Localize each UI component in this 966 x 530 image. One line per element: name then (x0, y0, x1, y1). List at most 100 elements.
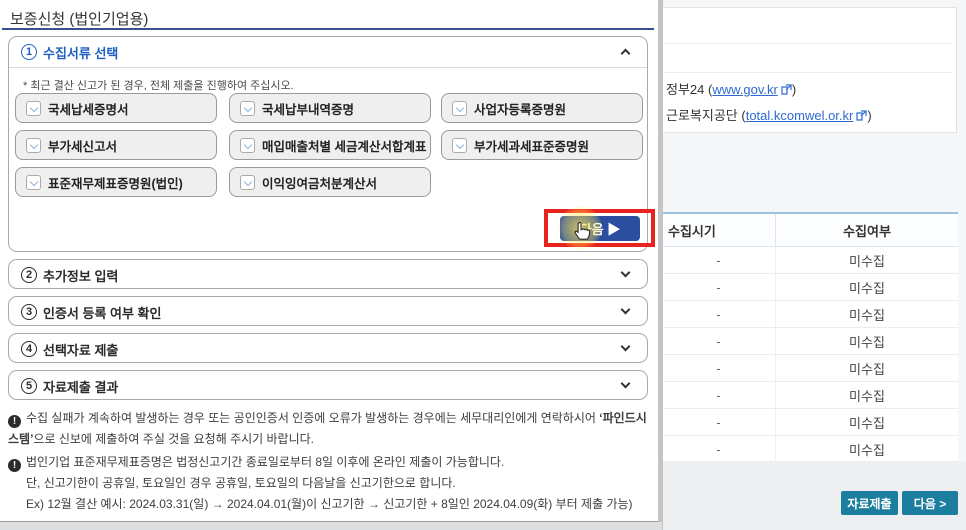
chevron-down-icon (621, 305, 631, 315)
doc-button-natl-tax-history[interactable]: 국세납부내역증명 (229, 93, 431, 123)
background-page: 정부24 (www.gov.kr) 근로복지공단 (total.kcomwel.… (662, 0, 966, 530)
step1-header[interactable]: 1 수집서류 선택 (9, 37, 647, 67)
doc-button-natl-tax-payment-cert[interactable]: 국세납세증명서 (15, 93, 217, 123)
chevron-select-icon (26, 138, 41, 153)
modal-title: 보증신청 (법인기업용) (10, 8, 148, 29)
cell-status: 미수집 (776, 355, 958, 381)
gov24-prefix: 정부24 ( (666, 82, 712, 97)
page-footer-bar: 자료제출 다음 > (662, 461, 966, 530)
cell-status: 미수집 (776, 328, 958, 354)
chevron-select-icon (240, 138, 255, 153)
gov24-link[interactable]: www.gov.kr (712, 82, 778, 97)
cell-status: 미수집 (776, 274, 958, 300)
col-header-collect-status: 수집여부 (776, 214, 958, 246)
cell-time: - (662, 436, 776, 462)
footnote2-line3: Ex) 12월 결산 예시: 2024.03.31(일) → 2024.04.0… (8, 494, 652, 515)
step1-number: 1 (21, 44, 37, 60)
step1-next-button[interactable]: 다음 ▶ (560, 216, 640, 241)
step5-label: 자료제출 결과 (43, 377, 118, 396)
external-link-icon (856, 109, 867, 120)
step3-number: 3 (21, 304, 37, 320)
step4-header[interactable]: 4 선택자료 제출 (9, 334, 647, 364)
chevron-down-icon (621, 342, 631, 352)
cell-time: - (662, 247, 776, 273)
chevron-down-icon (621, 268, 631, 278)
table-row: -미수집 (662, 328, 958, 355)
kcomwel-prefix: 근로복지공단 ( (666, 108, 746, 123)
chevron-select-icon (452, 101, 467, 116)
chevron-select-icon (26, 101, 41, 116)
step2-header[interactable]: 2 추가정보 입력 (9, 260, 647, 290)
info-icon: ! (8, 415, 21, 428)
kcomwel-link-row: 근로복지공단 (total.kcomwel.or.kr) (666, 105, 872, 124)
table-row: -미수집 (662, 436, 958, 463)
step5-number: 5 (21, 378, 37, 394)
footnote2-line1-row: ! 법인기업 표준재무제표증명은 법정신고기간 종료일로부터 8일 이후에 온라인… (8, 452, 652, 473)
col-header-collect-time: 수집시기 (662, 214, 776, 246)
footnote1-pre: 수집 실패가 계속하여 발생하는 경우 또는 공인인증서 인증에 오류가 발생하… (26, 411, 599, 425)
cell-status: 미수집 (776, 382, 958, 408)
step1-panel: 1 수집서류 선택 * 최근 결산 신고가 된 경우, 전체 제출을 진행하여 … (8, 36, 648, 252)
chevron-select-icon (240, 101, 255, 116)
collection-status-table: 수집시기 수집여부 -미수집 -미수집 -미수집 -미수집 -미수집 -미수집 … (662, 212, 958, 463)
step1-label: 수집서류 선택 (43, 43, 118, 62)
cell-time: - (662, 382, 776, 408)
modal-edge-shadow (658, 0, 663, 530)
footnote-collection-failure: ! 수집 실패가 계속하여 발생하는 경우 또는 공인인증서 인증에 오류가 발생… (8, 408, 652, 450)
gov24-link-row: 정부24 (www.gov.kr) (666, 79, 796, 98)
cell-time: - (662, 301, 776, 327)
step4-label: 선택자료 제출 (43, 340, 118, 359)
step5-panel: 5 자료제출 결과 (8, 370, 648, 400)
step5-header[interactable]: 5 자료제출 결과 (9, 371, 647, 401)
step1-note: * 최근 결산 신고가 된 경우, 전체 제출을 진행하여 주십시오. (23, 77, 294, 93)
footnote-standard-financial: ! 법인기업 표준재무제표증명은 법정신고기간 종료일로부터 8일 이후에 온라인… (8, 452, 652, 515)
table-row: -미수집 (662, 409, 958, 436)
table-row: -미수집 (662, 301, 958, 328)
kcomwel-link[interactable]: total.kcomwel.or.kr (746, 108, 854, 123)
table-header-row: 수집시기 수집여부 (662, 214, 958, 247)
kcomwel-suffix: ) (867, 108, 871, 123)
screen: 정부24 (www.gov.kr) 근로복지공단 (total.kcomwel.… (0, 0, 966, 530)
table-row: -미수집 (662, 274, 958, 301)
doc-button-tax-invoice-summary[interactable]: 매입매출처별 세금계산서합계표 (229, 130, 431, 160)
footnote2-line2: 단, 신고기한이 공휴일, 토요일인 경우 공휴일, 토요일의 다음날을 신고기… (8, 473, 652, 494)
step2-panel: 2 추가정보 입력 (8, 259, 648, 289)
info-icon: ! (8, 459, 21, 472)
cell-status: 미수집 (776, 247, 958, 273)
cell-time: - (662, 355, 776, 381)
doc-button-retained-earnings-statement[interactable]: 이익잉여금처분계산서 (229, 167, 431, 197)
cell-status: 미수집 (776, 436, 958, 462)
doc-button-business-registration[interactable]: 사업자등록증명원 (441, 93, 643, 123)
step2-label: 추가정보 입력 (43, 266, 118, 285)
footnote2-line1: 법인기업 표준재무제표증명은 법정신고기간 종료일로부터 8일 이후에 온라인 … (26, 455, 504, 469)
step3-panel: 3 인증서 등록 여부 확인 (8, 296, 648, 326)
cell-status: 미수집 (776, 301, 958, 327)
chevron-down-icon (621, 379, 631, 389)
external-link-icon (781, 83, 792, 94)
doc-button-vat-base-cert[interactable]: 부가세과세표준증명원 (441, 130, 643, 160)
chevron-select-icon (240, 175, 255, 190)
divider (9, 67, 647, 68)
divider (662, 43, 952, 44)
cell-time: - (662, 409, 776, 435)
cell-time: - (662, 328, 776, 354)
step4-number: 4 (21, 341, 37, 357)
cell-time: - (662, 274, 776, 300)
modal-bottom-strip (0, 522, 662, 530)
doc-button-standard-financial-statement[interactable]: 표준재무제표증명원(법인) (15, 167, 217, 197)
chevron-select-icon (26, 175, 41, 190)
step3-header[interactable]: 3 인증서 등록 여부 확인 (9, 297, 647, 327)
table-row: -미수집 (662, 355, 958, 382)
step2-number: 2 (21, 267, 37, 283)
divider (662, 72, 952, 73)
chevron-up-icon (621, 49, 631, 59)
title-underline (2, 28, 654, 30)
chevron-select-icon (452, 138, 467, 153)
guarantee-application-modal: 보증신청 (법인기업용) 1 수집서류 선택 * 최근 결산 신고가 된 경우,… (0, 0, 658, 522)
page-next-button[interactable]: 다음 > (902, 491, 958, 515)
submit-data-button[interactable]: 자료제출 (841, 491, 898, 515)
table-row: -미수집 (662, 247, 958, 274)
step3-label: 인증서 등록 여부 확인 (43, 303, 161, 322)
table-row: -미수집 (662, 382, 958, 409)
doc-button-vat-return[interactable]: 부가세신고서 (15, 130, 217, 160)
